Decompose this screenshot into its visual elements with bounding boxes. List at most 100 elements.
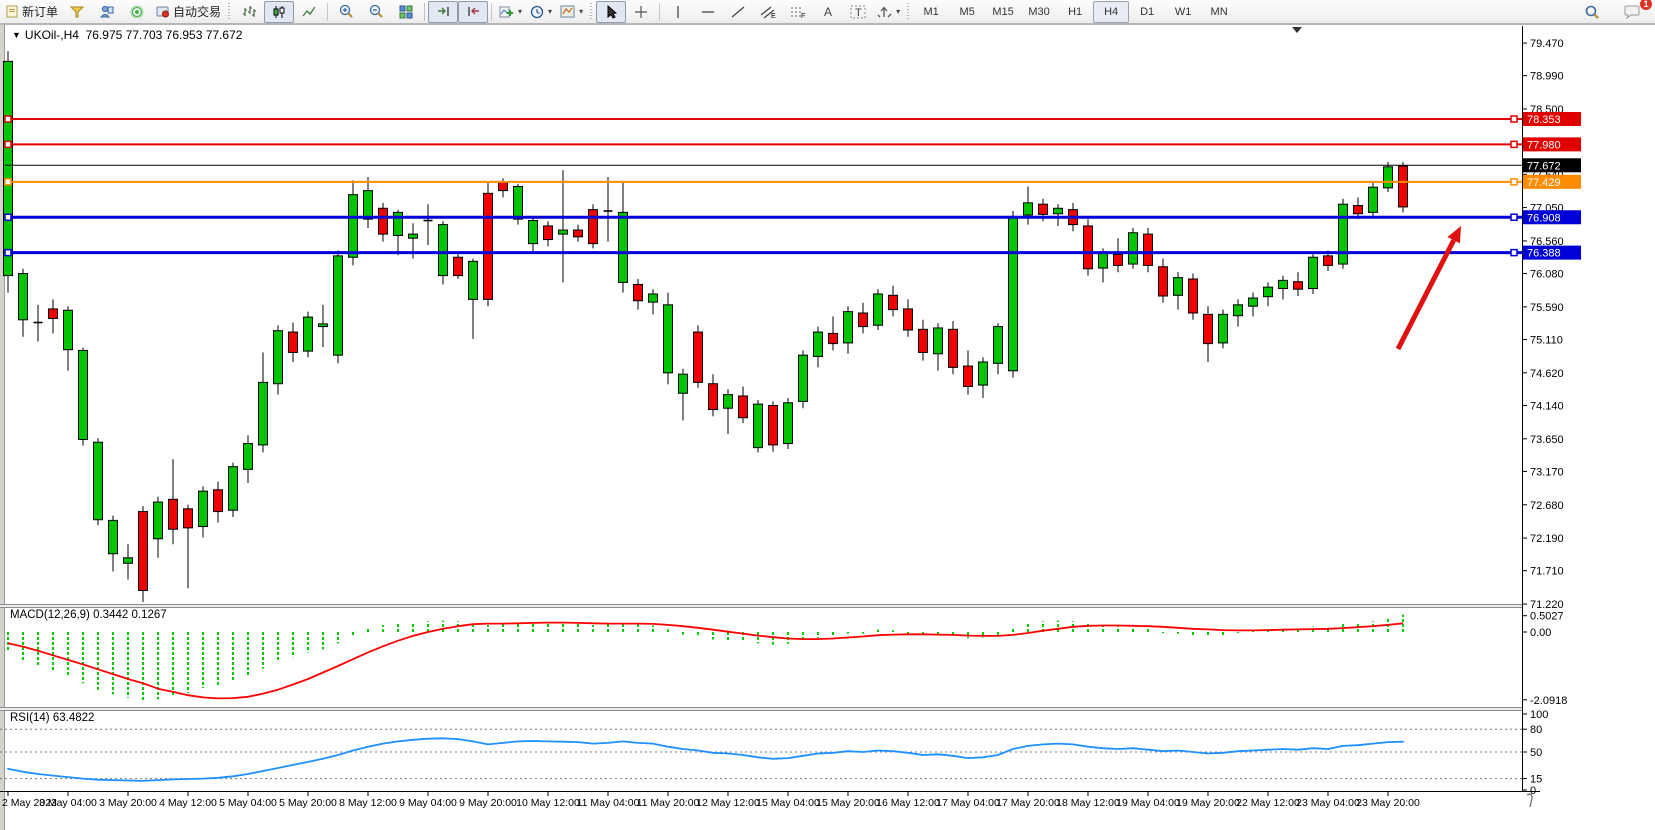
svg-text:23 May 20:00: 23 May 20:00: [1356, 797, 1420, 809]
zoom-out-button[interactable]: [361, 1, 391, 23]
svg-text:100: 100: [1530, 709, 1548, 721]
toolbar-grip: [589, 3, 594, 21]
new-order-label: 新订单: [22, 3, 58, 20]
svg-text:F: F: [801, 13, 805, 19]
svg-text:3 May 20:00: 3 May 20:00: [99, 797, 157, 809]
bar-chart-button[interactable]: [234, 1, 264, 23]
auto-scroll-button[interactable]: [428, 1, 458, 23]
rsi-value: 63.4822: [53, 712, 95, 724]
svg-text:73.170: 73.170: [1530, 466, 1564, 478]
crosshair-button[interactable]: [626, 1, 656, 23]
tf-button-M30[interactable]: M30: [1021, 1, 1057, 23]
tf-button-M5[interactable]: M5: [949, 1, 985, 23]
bar-chart-icon: [242, 5, 256, 19]
main-toolbar: 新订单 自动交易 ▾ ▾: [0, 0, 1655, 24]
search-button[interactable]: [1577, 1, 1607, 23]
fibonacci-button[interactable]: F: [783, 1, 813, 23]
rsi-label: RSI(14) 63.4822: [10, 712, 94, 724]
chart-shift-icon: [466, 5, 481, 18]
svg-text:76.080: 76.080: [1530, 269, 1564, 281]
dropdown-caret-icon: ▾: [518, 7, 522, 16]
svg-text:76.908: 76.908: [1527, 212, 1561, 224]
vertical-line-icon: [673, 5, 683, 19]
svg-text:72.680: 72.680: [1530, 500, 1564, 512]
chart-symbol-period: UKOil-,H4: [25, 28, 79, 42]
chart-collapse-icon[interactable]: ▼: [12, 30, 21, 40]
shapes-button[interactable]: ▾: [873, 1, 904, 23]
svg-text:75.590: 75.590: [1530, 302, 1564, 314]
channel-button[interactable]: E: [753, 1, 783, 23]
line-chart-button[interactable]: [294, 1, 324, 23]
autotrade-icon: [156, 5, 170, 18]
notifications-button[interactable]: 1: [1617, 1, 1647, 23]
text-label-button[interactable]: T: [843, 1, 873, 23]
toolbar-separator: [424, 3, 425, 21]
new-order-button[interactable]: 新订单: [2, 1, 62, 23]
dropdown-caret-icon: ▾: [896, 7, 900, 16]
trendline-button[interactable]: [723, 1, 753, 23]
tf-button-H4[interactable]: H4: [1093, 1, 1129, 23]
svg-text:T: T: [855, 7, 862, 19]
indicators-icon: [499, 5, 514, 19]
svg-text:5 May 04:00: 5 May 04:00: [219, 797, 277, 809]
tf-button-W1[interactable]: W1: [1165, 1, 1201, 23]
svg-text:17 May 04:00: 17 May 04:00: [936, 797, 1000, 809]
svg-text:79.470: 79.470: [1530, 38, 1564, 50]
line-chart-icon: [302, 5, 316, 19]
svg-text:16 May 12:00: 16 May 12:00: [876, 797, 940, 809]
crosshair-icon: [634, 5, 648, 19]
tf-button-M15[interactable]: M15: [985, 1, 1021, 23]
svg-text:75.110: 75.110: [1530, 335, 1563, 347]
svg-text:19 May 20:00: 19 May 20:00: [1176, 797, 1240, 809]
svg-text:A: A: [824, 5, 832, 19]
timeframe-bar: M1M5M15M30H1H4D1W1MN: [913, 1, 1237, 23]
svg-text:9 May 04:00: 9 May 04:00: [399, 797, 457, 809]
horizontal-line-icon: [701, 7, 715, 17]
favorites-button[interactable]: [62, 1, 92, 23]
candlestick-chart-button[interactable]: [264, 1, 294, 23]
svg-text:77.980: 77.980: [1527, 139, 1561, 151]
cursor-button[interactable]: [596, 1, 626, 23]
svg-text:19 May 04:00: 19 May 04:00: [1116, 797, 1180, 809]
tf-button-MN[interactable]: MN: [1201, 1, 1237, 23]
zoom-out-icon: [369, 4, 384, 19]
indicators-button[interactable]: ▾: [495, 1, 526, 23]
periods-button[interactable]: ▾: [526, 1, 556, 23]
tile-windows-icon: [399, 5, 413, 19]
toolbar-grip: [906, 3, 911, 21]
tile-windows-button[interactable]: [391, 1, 421, 23]
chart-shift-button[interactable]: [458, 1, 488, 23]
auto-trading-button[interactable]: 自动交易: [152, 1, 225, 23]
signals-icon: [130, 5, 144, 18]
svg-text:73.650: 73.650: [1530, 434, 1564, 446]
svg-text:11 May 20:00: 11 May 20:00: [637, 797, 700, 809]
toolbar-separator: [659, 3, 660, 21]
svg-text:10 May 12:00: 10 May 12:00: [516, 797, 580, 809]
svg-text:4 May 12:00: 4 May 12:00: [159, 797, 217, 809]
horizontal-line-button[interactable]: [693, 1, 723, 23]
chart-canvas[interactable]: 79.47078.99078.50078.01077.54077.05076.5…: [0, 0, 1655, 830]
svg-text:77.672: 77.672: [1527, 160, 1561, 172]
vertical-line-button[interactable]: [663, 1, 693, 23]
templates-button[interactable]: ▾: [556, 1, 587, 23]
chart-title: ▼UKOil-,H4 76.975 77.703 76.953 77.672: [12, 28, 242, 42]
svg-text:E: E: [771, 13, 776, 19]
toolbar-right-cluster: 1: [1577, 1, 1647, 23]
tf-button-M1[interactable]: M1: [913, 1, 949, 23]
text-label-icon: T: [850, 5, 866, 19]
tf-button-D1[interactable]: D1: [1129, 1, 1165, 23]
search-icon: [1584, 4, 1600, 20]
svg-text:12 May 12:00: 12 May 12:00: [696, 797, 760, 809]
svg-text:9 May 20:00: 9 May 20:00: [459, 797, 517, 809]
dropdown-caret-icon: ▾: [579, 7, 583, 16]
signals-button[interactable]: [122, 1, 152, 23]
text-button[interactable]: A: [813, 1, 843, 23]
svg-text:5 May 20:00: 5 May 20:00: [279, 797, 337, 809]
svg-text:11 May 04:00: 11 May 04:00: [577, 797, 640, 809]
profile-button[interactable]: [92, 1, 122, 23]
tf-button-H1[interactable]: H1: [1057, 1, 1093, 23]
favorites-icon: [70, 5, 84, 18]
zoom-in-button[interactable]: [331, 1, 361, 23]
svg-text:23 May 04:00: 23 May 04:00: [1296, 797, 1360, 809]
svg-text:22 May 12:00: 22 May 12:00: [1236, 797, 1300, 809]
